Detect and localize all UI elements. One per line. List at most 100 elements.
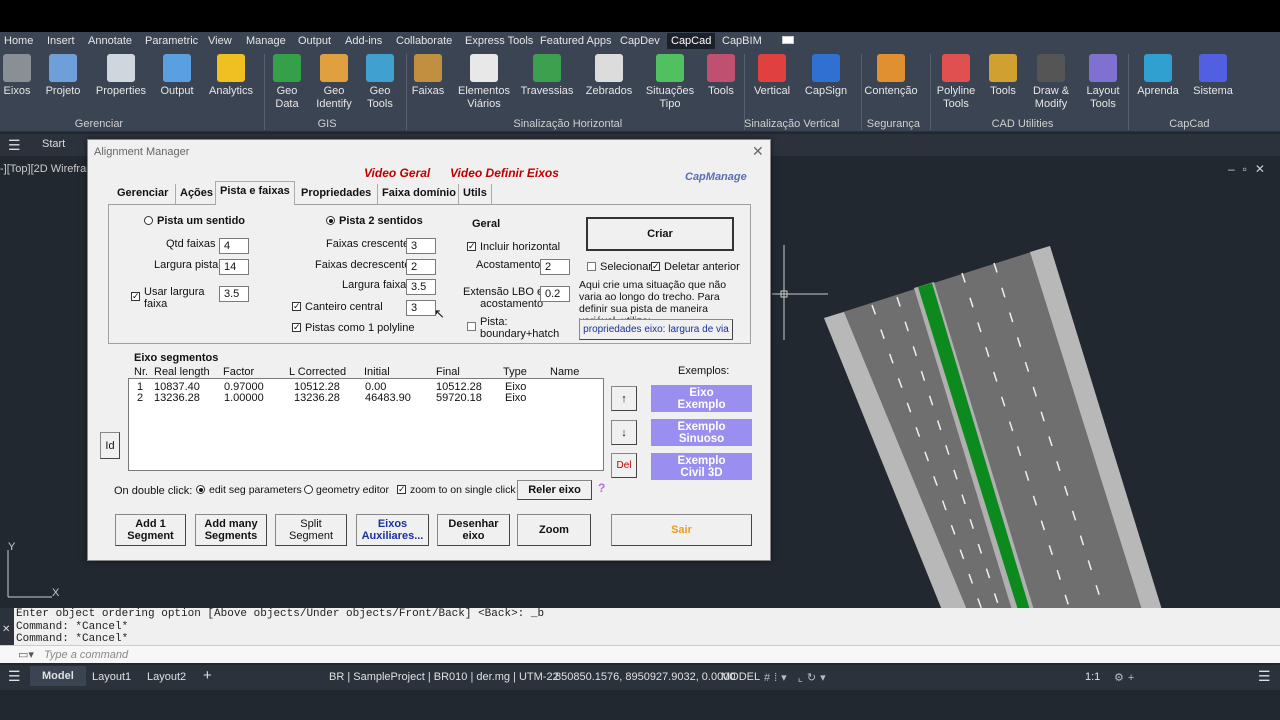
settings-icon[interactable]: ⚙+	[1114, 671, 1138, 684]
desenhar-eixo-button[interactable]: Desenhar eixo	[437, 514, 510, 546]
menu-icon[interactable]: ☰	[8, 668, 21, 685]
move-down-button[interactable]: ↓	[611, 420, 637, 445]
canteiro-input[interactable]: 3	[406, 300, 436, 316]
tab-capbim[interactable]: CapBIM	[722, 35, 762, 47]
tab-parametric[interactable]: Parametric	[145, 35, 198, 47]
tab-capdev[interactable]: CapDev	[620, 35, 660, 47]
layout1-tab[interactable]: Layout1	[92, 671, 131, 683]
col-l-corrected: L Corrected	[289, 366, 347, 378]
annotation-scale[interactable]: 1:1	[1085, 671, 1100, 683]
start-tab[interactable]: Start	[42, 138, 65, 150]
tab-annotate[interactable]: Annotate	[88, 35, 132, 47]
geometry-editor-radio[interactable]	[304, 485, 313, 494]
ribbon-button-2[interactable]: Properties	[91, 54, 151, 98]
edit-seg-radio[interactable]	[196, 485, 205, 494]
ribbon-button-19[interactable]: Draw & Modify	[1021, 54, 1081, 111]
zoom-button[interactable]: Zoom	[517, 514, 591, 546]
video-geral-link[interactable]: Video Geral	[364, 166, 430, 180]
command-input[interactable]: ▭▾ Type a command	[0, 645, 1280, 663]
exemplo-civil3d-button[interactable]: Exemplo Civil 3D	[651, 453, 752, 480]
ribbon-button-21[interactable]: Aprenda	[1128, 54, 1188, 98]
customize-icon[interactable]: ☰	[1258, 668, 1271, 685]
ribbon-button-4[interactable]: Analytics	[201, 54, 261, 98]
tab-gerenciar[interactable]: Gerenciar	[113, 184, 172, 204]
toggle-icon[interactable]	[782, 36, 794, 44]
extensao-input[interactable]: 0.2	[540, 286, 570, 302]
zoom-single-checkbox[interactable]: ✓	[397, 485, 406, 494]
tab-collaborate[interactable]: Collaborate	[396, 35, 452, 47]
usar-largura-checkbox[interactable]: ✓	[131, 292, 140, 301]
add-many-segments-button[interactable]: Add many Segments	[195, 514, 267, 546]
deletar-anterior-checkbox[interactable]: ✓	[651, 262, 660, 271]
largura-pista-input[interactable]: 14	[219, 259, 249, 275]
viewport-label[interactable]: -][Top][2D Wirefram	[0, 163, 95, 175]
tab-pista-faixas[interactable]: Pista e faixas	[215, 181, 295, 205]
radio-um-sentido[interactable]	[144, 216, 153, 225]
incluir-horizontal-checkbox[interactable]: ✓	[467, 242, 476, 251]
drafting-tools-icon[interactable]: #⁞▾ ⌞↻▾	[764, 671, 830, 684]
exemplo-sinuoso-button[interactable]: Exemplo Sinuoso	[651, 419, 752, 446]
ribbon-button-1[interactable]: Projeto	[33, 54, 93, 98]
tab-capcad[interactable]: CapCad	[667, 33, 716, 49]
ribbon-button-10[interactable]: Travessias	[517, 54, 577, 98]
tab-express-tools[interactable]: Express Tools	[465, 35, 533, 47]
ribbon-button-8[interactable]: Faixas	[398, 54, 458, 98]
split-segment-button[interactable]: Split Segment	[275, 514, 347, 546]
menu-icon[interactable]: ☰	[8, 137, 21, 154]
cad-tools-icon	[989, 54, 1017, 82]
segments-list[interactable]: 1 10837.40 0.97000 10512.28 0.00 10512.2…	[128, 378, 604, 471]
cursor-icon: ↖	[434, 306, 445, 321]
qtd-faixas-input[interactable]: 4	[219, 238, 249, 254]
criar-button[interactable]: Criar	[586, 217, 734, 251]
tab-insert[interactable]: Insert	[47, 35, 75, 47]
faixas-decrescente-input[interactable]: 2	[406, 259, 436, 275]
sair-button[interactable]: Sair	[611, 514, 752, 546]
tab-output[interactable]: Output	[298, 35, 331, 47]
id-button[interactable]: Id	[100, 432, 120, 459]
table-row[interactable]: 2 13236.28 1.00000 13236.28 46483.90 597…	[129, 392, 599, 404]
close-icon[interactable]: ✕	[2, 624, 10, 635]
selecionar-checkbox[interactable]	[587, 262, 596, 271]
tab-featured-apps[interactable]: Featured Apps	[540, 35, 612, 47]
model-space-label[interactable]: MODEL	[721, 671, 760, 683]
add-layout-icon[interactable]: +	[203, 667, 212, 684]
window-controls[interactable]: –▫✕	[1228, 162, 1273, 176]
tab-propriedades[interactable]: Propriedades	[297, 184, 375, 204]
propriedades-eixo-button[interactable]: propriedades eixo: largura de via	[579, 319, 733, 340]
eixo-exemplo-button[interactable]: Eixo Exemplo	[651, 385, 752, 412]
ribbon-button-20[interactable]: Layout Tools	[1073, 54, 1133, 111]
usar-largura-input[interactable]: 3.5	[219, 286, 249, 302]
ribbon-button-16[interactable]: Contenção	[861, 54, 921, 98]
pistas-polyline-checkbox[interactable]: ✓	[292, 323, 301, 332]
tab-utils[interactable]: Utils	[458, 184, 492, 204]
tab-acoes[interactable]: Ações	[175, 184, 217, 204]
ribbon-button-15[interactable]: CapSign	[796, 54, 856, 98]
faixas-crescente-input[interactable]: 3	[406, 238, 436, 254]
tab-home[interactable]: Home	[4, 35, 33, 47]
video-eixos-link[interactable]: Video Definir Eixos	[450, 166, 559, 180]
model-tab[interactable]: Model	[30, 666, 86, 686]
move-up-button[interactable]: ↑	[611, 386, 637, 411]
eixos-auxiliares-button[interactable]: Eixos Auxiliares...	[356, 514, 429, 546]
ribbon-button-9[interactable]: Elementos Viários	[454, 54, 514, 111]
canteiro-checkbox[interactable]: ✓	[292, 302, 301, 311]
help-icon[interactable]: ?	[598, 481, 605, 495]
tab-manage[interactable]: Manage	[246, 35, 286, 47]
road-drawing	[772, 245, 1162, 610]
ribbon-button-3[interactable]: Output	[147, 54, 207, 98]
tab-add-ins[interactable]: Add-ins	[345, 35, 382, 47]
layout2-tab[interactable]: Layout2	[147, 671, 186, 683]
delete-button[interactable]: Del	[611, 453, 637, 478]
close-icon[interactable]: ✕	[752, 143, 764, 160]
tab-view[interactable]: View	[208, 35, 232, 47]
ribbon-button-14[interactable]: Vertical	[742, 54, 802, 98]
tab-faixa-dominio[interactable]: Faixa domínio	[377, 184, 460, 204]
pista-boundary-checkbox[interactable]	[467, 322, 476, 331]
ribbon-button-11[interactable]: Zebrados	[579, 54, 639, 98]
reler-eixo-button[interactable]: Reler eixo	[517, 480, 592, 500]
add-1-segment-button[interactable]: Add 1 Segment	[115, 514, 186, 546]
ribbon-button-22[interactable]: Sistema	[1183, 54, 1243, 98]
acostamento-input[interactable]: 2	[540, 259, 570, 275]
largura-faixa-input[interactable]: 3.5	[406, 279, 436, 295]
radio-dois-sentidos[interactable]	[326, 216, 335, 225]
